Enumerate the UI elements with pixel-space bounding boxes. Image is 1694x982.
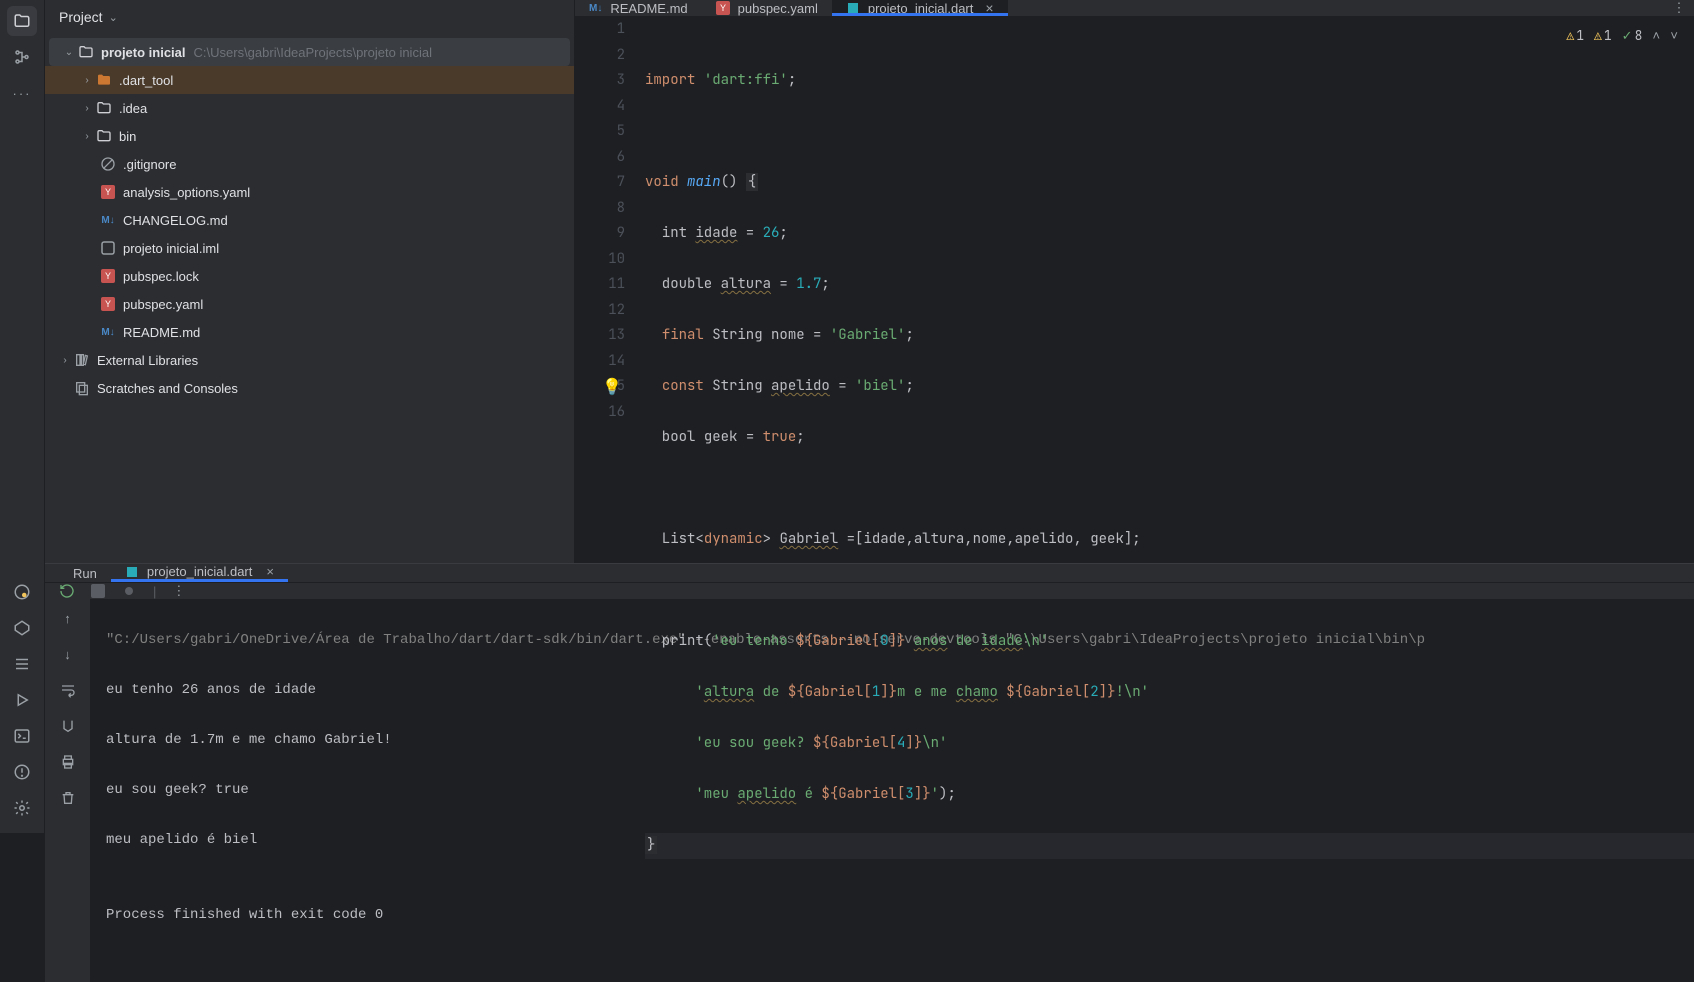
more-actions-button[interactable]: ⋮: [172, 583, 185, 599]
item-label: CHANGELOG.md: [123, 213, 228, 228]
run-tool-button[interactable]: [7, 685, 37, 715]
project-tool-button[interactable]: [7, 6, 37, 36]
tree-item-gitignore[interactable]: .gitignore: [45, 150, 574, 178]
left-tool-rail: ···: [0, 0, 45, 833]
tab-label: projeto_inicial.dart: [868, 1, 974, 16]
project-panel: Project ⌄ ⌄ projeto inicial C:\Users\gab…: [45, 0, 575, 563]
tab-menu-button[interactable]: ⋮: [1664, 0, 1694, 16]
tab-readme[interactable]: M↓ README.md: [575, 0, 702, 16]
md-icon: M↓: [99, 215, 117, 226]
yaml-icon: Y: [99, 297, 117, 311]
more-tool-button[interactable]: ···: [7, 78, 37, 108]
down-icon[interactable]: ↓: [55, 641, 81, 667]
svg-text:Y: Y: [105, 271, 111, 281]
dart-analysis-button[interactable]: [7, 577, 37, 607]
run-tab-file[interactable]: projeto_inicial.dart ×: [111, 564, 288, 582]
item-label: .gitignore: [123, 157, 176, 172]
gitignore-icon: [99, 156, 117, 172]
tree-item-dart-tool[interactable]: › .dart_tool: [45, 66, 574, 94]
problems-button[interactable]: [7, 757, 37, 787]
tree-item-iml[interactable]: projeto inicial.iml: [45, 234, 574, 262]
print-icon[interactable]: [55, 749, 81, 775]
run-gutter: ↑ ↓: [45, 599, 90, 982]
item-label: pubspec.yaml: [123, 297, 203, 312]
svg-text:Y: Y: [105, 187, 111, 197]
editor-tab-bar: M↓ README.md Y pubspec.yaml projeto_inic…: [575, 0, 1694, 17]
item-label: README.md: [123, 325, 200, 340]
svg-text:Y: Y: [720, 3, 726, 13]
root-path: C:\Users\gabri\IdeaProjects\projeto inic…: [194, 45, 432, 60]
chevron-down-icon: ⌄: [109, 11, 118, 24]
terminal-button[interactable]: [7, 721, 37, 751]
item-label: .dart_tool: [119, 73, 173, 88]
yaml-icon: Y: [99, 185, 117, 199]
chevron-right-icon: ›: [79, 131, 95, 142]
folder-icon: [95, 128, 113, 144]
soft-wrap-icon[interactable]: [55, 677, 81, 703]
close-icon[interactable]: ×: [266, 564, 274, 579]
tab-pubspec[interactable]: Y pubspec.yaml: [702, 0, 832, 16]
chevron-right-icon: ›: [79, 103, 95, 114]
tree-item-analysis-yaml[interactable]: Y analysis_options.yaml: [45, 178, 574, 206]
structure-tool-button[interactable]: [7, 42, 37, 72]
code-content[interactable]: 💡 import 'dart:ffi'; void main() { int i…: [645, 17, 1694, 910]
settings-button[interactable]: [7, 793, 37, 823]
folder-icon: [95, 72, 113, 88]
scratches-label: Scratches and Consoles: [97, 381, 238, 396]
line-gutter: 12345678910111213141516: [575, 17, 645, 910]
run-tab-label: projeto_inicial.dart: [147, 564, 253, 579]
tree-item-readme[interactable]: M↓ README.md: [45, 318, 574, 346]
scratches-icon: [73, 380, 91, 396]
item-label: .idea: [119, 101, 147, 116]
tree-item-idea[interactable]: › .idea: [45, 94, 574, 122]
md-icon: M↓: [99, 327, 117, 338]
code-editor[interactable]: ⚠1 ⚠1 ✓8 ˄ ˅ 12345678910111213141516 💡 i…: [575, 17, 1694, 910]
project-header[interactable]: Project ⌄: [45, 0, 574, 34]
stop-button[interactable]: [91, 584, 105, 598]
item-label: projeto inicial.iml: [123, 241, 219, 256]
up-icon[interactable]: ↑: [55, 605, 81, 631]
item-label: pubspec.lock: [123, 269, 199, 284]
run-tab-run[interactable]: Run: [59, 564, 111, 582]
chevron-right-icon: ›: [79, 75, 95, 86]
editor-area: M↓ README.md Y pubspec.yaml projeto_inic…: [575, 0, 1694, 563]
external-libs-label: External Libraries: [97, 353, 198, 368]
intention-bulb-icon[interactable]: 💡: [602, 374, 622, 400]
tree-root[interactable]: ⌄ projeto inicial C:\Users\gabri\IdeaPro…: [49, 38, 570, 66]
tab-label: README.md: [610, 1, 687, 16]
svg-text:Y: Y: [105, 299, 111, 309]
chevron-down-icon: ⌄: [61, 47, 77, 58]
tree-external-libs[interactable]: › External Libraries: [45, 346, 574, 374]
tree-item-pubspecyaml[interactable]: Y pubspec.yaml: [45, 290, 574, 318]
tree-item-changelog[interactable]: M↓ CHANGELOG.md: [45, 206, 574, 234]
services-button[interactable]: [7, 613, 37, 643]
tree-item-bin[interactable]: › bin: [45, 122, 574, 150]
close-icon[interactable]: ×: [985, 0, 993, 16]
tab-label: pubspec.yaml: [738, 1, 818, 16]
yaml-icon: Y: [99, 269, 117, 283]
dart-icon: [125, 565, 139, 579]
chevron-right-icon: ›: [57, 355, 73, 366]
rerun-button[interactable]: [59, 583, 75, 599]
scroll-to-end-icon[interactable]: [55, 713, 81, 739]
dart-icon: [846, 1, 860, 15]
item-label: bin: [119, 129, 136, 144]
project-tree: ⌄ projeto inicial C:\Users\gabri\IdeaPro…: [45, 34, 574, 406]
todo-button[interactable]: [7, 649, 37, 679]
folder-icon: [95, 100, 113, 116]
item-label: analysis_options.yaml: [123, 185, 250, 200]
folder-icon: [77, 44, 95, 60]
yaml-icon: Y: [716, 1, 730, 15]
trash-icon[interactable]: [55, 785, 81, 811]
md-icon: M↓: [589, 3, 602, 14]
root-name: projeto inicial: [101, 45, 186, 60]
attach-button[interactable]: [121, 583, 137, 599]
library-icon: [73, 352, 91, 368]
tab-projeto-inicial[interactable]: projeto_inicial.dart ×: [832, 0, 1008, 16]
iml-icon: [99, 241, 117, 255]
tree-item-pubspeclock[interactable]: Y pubspec.lock: [45, 262, 574, 290]
project-label: Project: [59, 9, 103, 25]
tree-scratches[interactable]: Scratches and Consoles: [45, 374, 574, 402]
